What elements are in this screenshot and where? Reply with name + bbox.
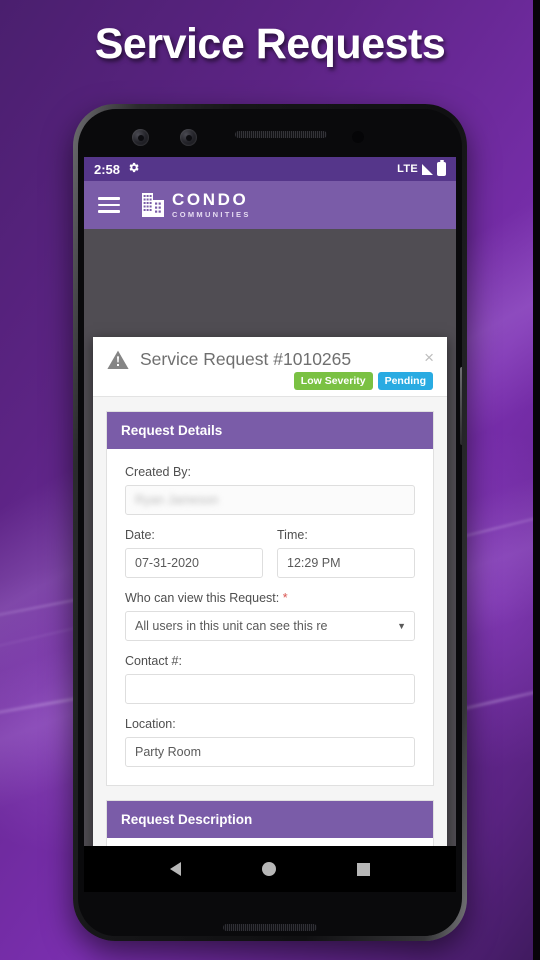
date-input[interactable]: 07-31-2020: [125, 548, 263, 578]
signal-icon: [422, 163, 433, 175]
created-by-value: Ryan Jameson: [135, 493, 219, 507]
location-field: Location: Party Room: [125, 717, 415, 767]
time-field: Time: 12:29 PM: [277, 528, 415, 578]
phone-top-bezel: [84, 117, 456, 157]
time-label: Time:: [277, 528, 308, 542]
created-by-label: Created By:: [125, 465, 192, 479]
phone-screen: 2:58 LTE CONDO COMMUNITIES Service Reque…: [84, 157, 456, 846]
bottom-speaker-grille: [223, 924, 317, 931]
brand-subtitle: COMMUNITIES: [172, 210, 251, 220]
close-icon[interactable]: ×: [424, 349, 434, 366]
status-bar-indicators: LTE: [397, 160, 446, 176]
proximity-sensor-icon: [352, 131, 364, 143]
brand-name: CONDO: [172, 190, 249, 210]
earpiece-speaker-grille: [235, 131, 327, 138]
request-description-body: Request Category: Other: [107, 838, 433, 846]
request-details-body: Created By: Ryan Jameson Date: 07-31-202…: [107, 449, 433, 785]
date-field: Date: 07-31-2020: [125, 528, 263, 578]
page-background: Service Requests 2:58 LTE CONDO COMMUNIT…: [0, 0, 540, 960]
modal-title: Service Request #1010265: [140, 349, 352, 369]
phone-device-frame: 2:58 LTE CONDO COMMUNITIES Service Reque…: [73, 104, 467, 941]
request-description-panel: Request Description Request Category: Ot…: [106, 800, 434, 846]
building-icon: [142, 192, 164, 218]
page-title: Service Requests: [94, 20, 446, 68]
android-status-bar: 2:58 LTE: [84, 157, 456, 181]
status-badge: Pending: [377, 372, 433, 390]
phone-bottom-bezel: [84, 892, 456, 936]
location-label: Location:: [125, 717, 176, 731]
status-badges: Low Severity Pending: [107, 372, 433, 390]
request-description-heading: Request Description: [107, 801, 433, 838]
visibility-label: Who can view this Request: *: [125, 591, 415, 605]
visibility-select[interactable]: All users in this unit can see this re ▼: [125, 611, 415, 641]
visibility-field: Who can view this Request: * All users i…: [125, 591, 415, 641]
date-time-row: Date: 07-31-2020 Time: 12:29 PM: [125, 528, 415, 591]
power-button[interactable]: [460, 367, 462, 445]
back-triangle-icon[interactable]: [170, 862, 182, 876]
visibility-label-text: Who can view this Request:: [125, 591, 280, 605]
required-asterisk: *: [282, 591, 288, 605]
location-input[interactable]: Party Room: [125, 737, 415, 767]
recents-square-icon[interactable]: [356, 862, 370, 876]
home-circle-icon[interactable]: [261, 862, 276, 876]
service-request-modal: Service Request #1010265 × Low Severity …: [93, 337, 447, 846]
network-type-label: LTE: [397, 163, 418, 175]
status-bar-clock: 2:58: [94, 161, 121, 177]
phone-inner-frame: 2:58 LTE CONDO COMMUNITIES Service Reque…: [78, 109, 462, 936]
warning-triangle-icon: [107, 350, 129, 370]
right-edge-bar: [533, 0, 540, 960]
severity-badge: Low Severity: [293, 372, 373, 390]
created-by-input[interactable]: Ryan Jameson: [125, 485, 415, 515]
battery-icon: [437, 160, 446, 176]
chevron-down-icon: ▼: [397, 621, 406, 631]
front-camera-icon: [132, 129, 149, 146]
hamburger-menu-icon[interactable]: [98, 197, 120, 213]
visibility-select-value: All users in this unit can see this re: [125, 611, 415, 641]
request-details-heading: Request Details: [107, 412, 433, 449]
contact-field: Contact #:: [125, 654, 415, 704]
created-by-field: Created By: Ryan Jameson: [125, 465, 415, 515]
time-input[interactable]: 12:29 PM: [277, 548, 415, 578]
contact-label: Contact #:: [125, 654, 182, 668]
contact-input[interactable]: [125, 674, 415, 704]
modal-header: Service Request #1010265 × Low Severity …: [93, 337, 447, 397]
app-bar: CONDO COMMUNITIES: [84, 181, 456, 229]
gear-icon: [127, 161, 140, 177]
android-navigation-bar: [84, 846, 456, 892]
date-label: Date:: [125, 528, 155, 542]
app-logo: CONDO COMMUNITIES: [142, 191, 251, 219]
request-details-panel: Request Details Created By: Ryan Jameson: [106, 411, 434, 786]
front-camera-secondary-icon: [180, 129, 197, 146]
